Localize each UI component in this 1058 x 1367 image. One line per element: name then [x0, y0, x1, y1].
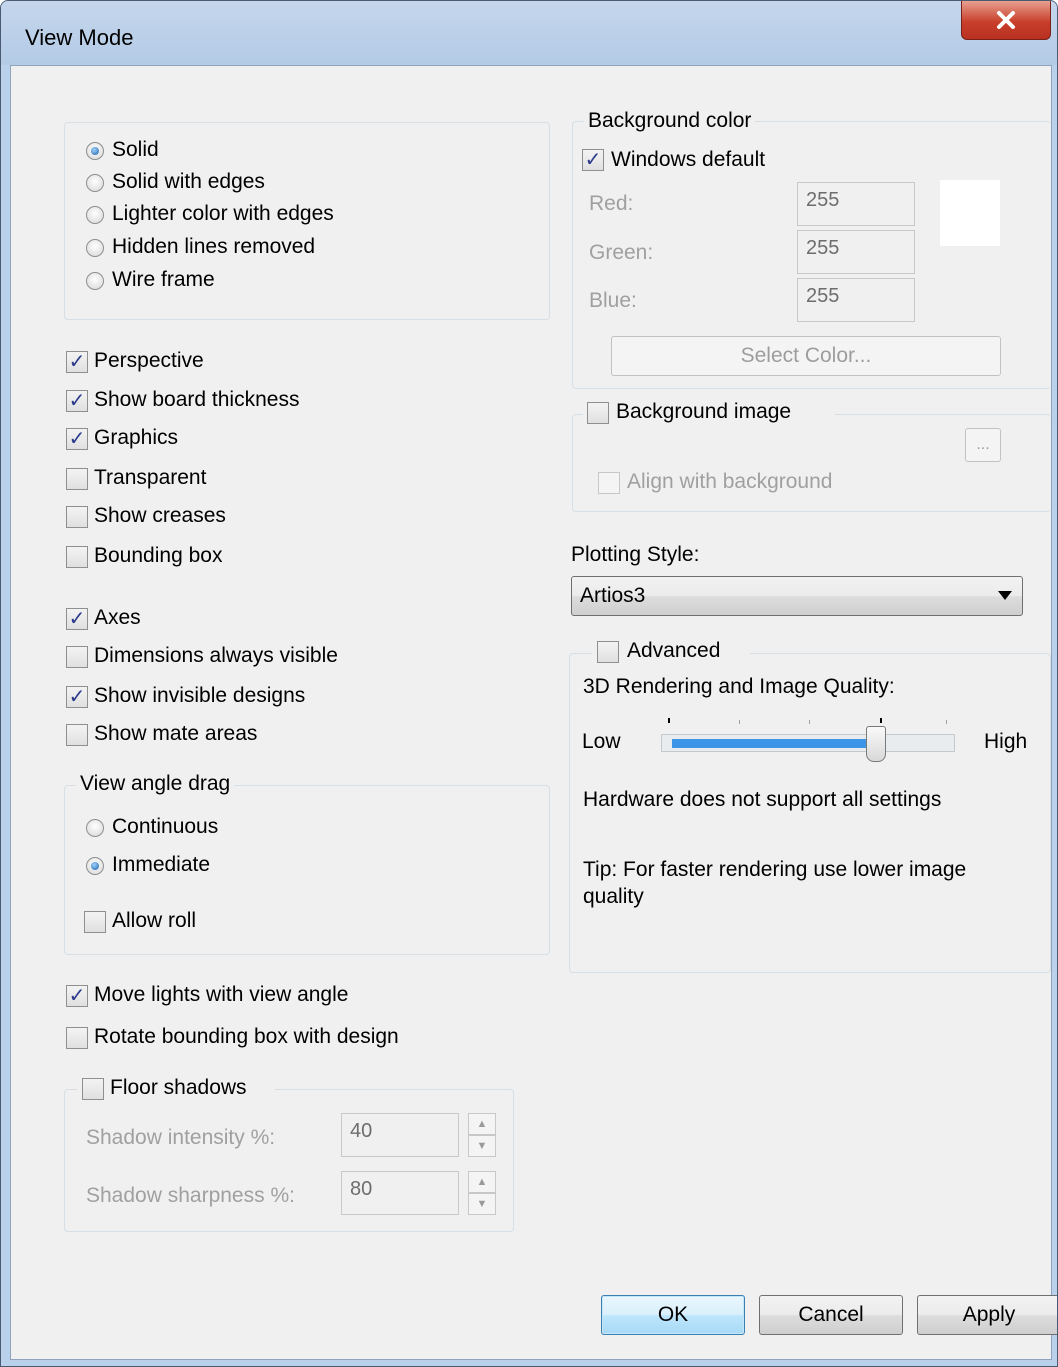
- show-board-thickness-checkbox[interactable]: ✓: [66, 390, 88, 412]
- plotting-style-label: Plotting Style:: [571, 543, 700, 566]
- bounding-box-label: Bounding box: [94, 544, 223, 567]
- floor-shadows-checkbox[interactable]: [82, 1078, 104, 1100]
- floor-shadows-label: Floor shadows: [110, 1076, 247, 1099]
- select-color-button[interactable]: Select Color...: [611, 336, 1001, 376]
- slider-fill: [672, 739, 876, 748]
- radio-continuous-label: Continuous: [112, 815, 219, 838]
- move-lights-checkbox[interactable]: ✓: [66, 985, 88, 1007]
- shadow-intensity-down-button[interactable]: ▼: [468, 1135, 496, 1157]
- quality-label: 3D Rendering and Image Quality:: [583, 675, 895, 698]
- advanced-group: [569, 653, 1051, 973]
- shadow-intensity-label: Shadow intensity %:: [86, 1126, 276, 1149]
- radio-continuous[interactable]: [86, 819, 104, 837]
- apply-button[interactable]: Apply: [917, 1295, 1057, 1335]
- blue-input[interactable]: 255: [797, 278, 915, 322]
- graphics-checkbox[interactable]: ✓: [66, 428, 88, 450]
- show-creases-label: Show creases: [94, 504, 226, 527]
- radio-immediate-label: Immediate: [112, 853, 211, 876]
- shadow-sharpness-label: Shadow sharpness %:: [86, 1184, 295, 1207]
- radio-immediate[interactable]: [86, 857, 104, 875]
- show-creases-checkbox[interactable]: [66, 506, 88, 528]
- slider-tick-5: [946, 720, 947, 724]
- hardware-note: Hardware does not support all settings: [583, 788, 942, 811]
- radio-solid-with-edges[interactable]: [86, 174, 104, 192]
- dimensions-always-visible-checkbox[interactable]: [66, 646, 88, 668]
- green-label: Green:: [589, 241, 654, 264]
- background-image-checkbox[interactable]: [587, 402, 609, 424]
- low-label: Low: [582, 730, 621, 753]
- show-board-thickness-label: Show board thickness: [94, 388, 300, 411]
- move-lights-label: Move lights with view angle: [94, 983, 349, 1006]
- close-icon: [997, 11, 1015, 29]
- perspective-label: Perspective: [94, 349, 204, 372]
- red-label: Red:: [589, 192, 634, 215]
- shadow-sharpness-up-button[interactable]: ▲: [468, 1171, 496, 1193]
- slider-tick-2: [739, 720, 740, 724]
- shadow-sharpness-down-button[interactable]: ▼: [468, 1193, 496, 1215]
- advanced-checkbox[interactable]: [597, 641, 619, 663]
- radio-wire-frame[interactable]: [86, 272, 104, 290]
- high-label: High: [984, 730, 1028, 753]
- radio-solid[interactable]: [86, 142, 104, 160]
- axes-checkbox[interactable]: ✓: [66, 608, 88, 630]
- axes-label: Axes: [94, 606, 141, 629]
- perspective-checkbox[interactable]: ✓: [66, 351, 88, 373]
- rotate-bounding-box-label: Rotate bounding box with design: [94, 1025, 399, 1048]
- transparent-label: Transparent: [94, 466, 207, 489]
- rendering-tip: Tip: For faster rendering use lower imag…: [583, 858, 967, 908]
- color-swatch: [940, 180, 1000, 246]
- quality-slider[interactable]: [661, 714, 955, 762]
- advanced-label: Advanced: [627, 639, 721, 662]
- shadow-intensity-input[interactable]: 40: [341, 1113, 459, 1157]
- radio-solid-with-edges-label: Solid with edges: [112, 170, 265, 193]
- slider-tick-4: [880, 718, 882, 723]
- radio-hidden-lines-label: Hidden lines removed: [112, 235, 316, 258]
- radio-lighter-color[interactable]: [86, 206, 104, 224]
- shadow-intensity-up-button[interactable]: ▲: [468, 1113, 496, 1135]
- shadow-sharpness-input[interactable]: 80: [341, 1171, 459, 1215]
- red-input[interactable]: 255: [797, 182, 915, 226]
- close-button[interactable]: [961, 1, 1051, 40]
- windows-default-checkbox[interactable]: ✓: [582, 149, 604, 171]
- bounding-box-checkbox[interactable]: [66, 546, 88, 568]
- radio-solid-label: Solid: [112, 138, 159, 161]
- show-mate-areas-checkbox[interactable]: [66, 724, 88, 746]
- slider-tick-1: [668, 718, 670, 723]
- transparent-checkbox[interactable]: [66, 468, 88, 490]
- align-with-background-checkbox[interactable]: [598, 472, 620, 494]
- allow-roll-label: Allow roll: [112, 909, 197, 932]
- dimensions-always-visible-label: Dimensions always visible: [94, 644, 338, 667]
- windows-default-label: Windows default: [611, 148, 766, 171]
- background-color-title: Background color: [584, 109, 756, 133]
- window-title: View Mode: [25, 25, 134, 50]
- view-angle-drag-title: View angle drag: [76, 772, 235, 796]
- chevron-down-icon: [998, 591, 1012, 600]
- green-input[interactable]: 255: [797, 230, 915, 274]
- ok-button[interactable]: OK: [601, 1295, 745, 1335]
- slider-tick-3: [809, 720, 810, 724]
- show-invisible-designs-checkbox[interactable]: ✓: [66, 686, 88, 708]
- plotting-style-value: Artios3: [580, 584, 646, 607]
- align-with-background-label: Align with background: [627, 470, 833, 493]
- radio-lighter-color-label: Lighter color with edges: [112, 202, 334, 225]
- graphics-label: Graphics: [94, 426, 179, 449]
- show-invisible-designs-label: Show invisible designs: [94, 684, 306, 707]
- browse-image-button[interactable]: ...: [965, 428, 1001, 462]
- cancel-button[interactable]: Cancel: [759, 1295, 903, 1335]
- blue-label: Blue:: [589, 289, 637, 312]
- view-mode-dialog: View Mode Solid Solid with edges Lighter…: [0, 0, 1058, 1367]
- rotate-bounding-box-checkbox[interactable]: [66, 1027, 88, 1049]
- slider-thumb[interactable]: [866, 726, 886, 762]
- dialog-body: Solid Solid with edges Lighter color wit…: [10, 65, 1057, 1360]
- show-mate-areas-label: Show mate areas: [94, 722, 258, 745]
- radio-wire-frame-label: Wire frame: [112, 268, 215, 291]
- allow-roll-checkbox[interactable]: [84, 911, 106, 933]
- radio-hidden-lines[interactable]: [86, 239, 104, 257]
- title-bar[interactable]: View Mode: [1, 1, 1057, 65]
- background-image-label: Background image: [616, 400, 792, 423]
- plotting-style-select[interactable]: Artios3: [571, 576, 1023, 616]
